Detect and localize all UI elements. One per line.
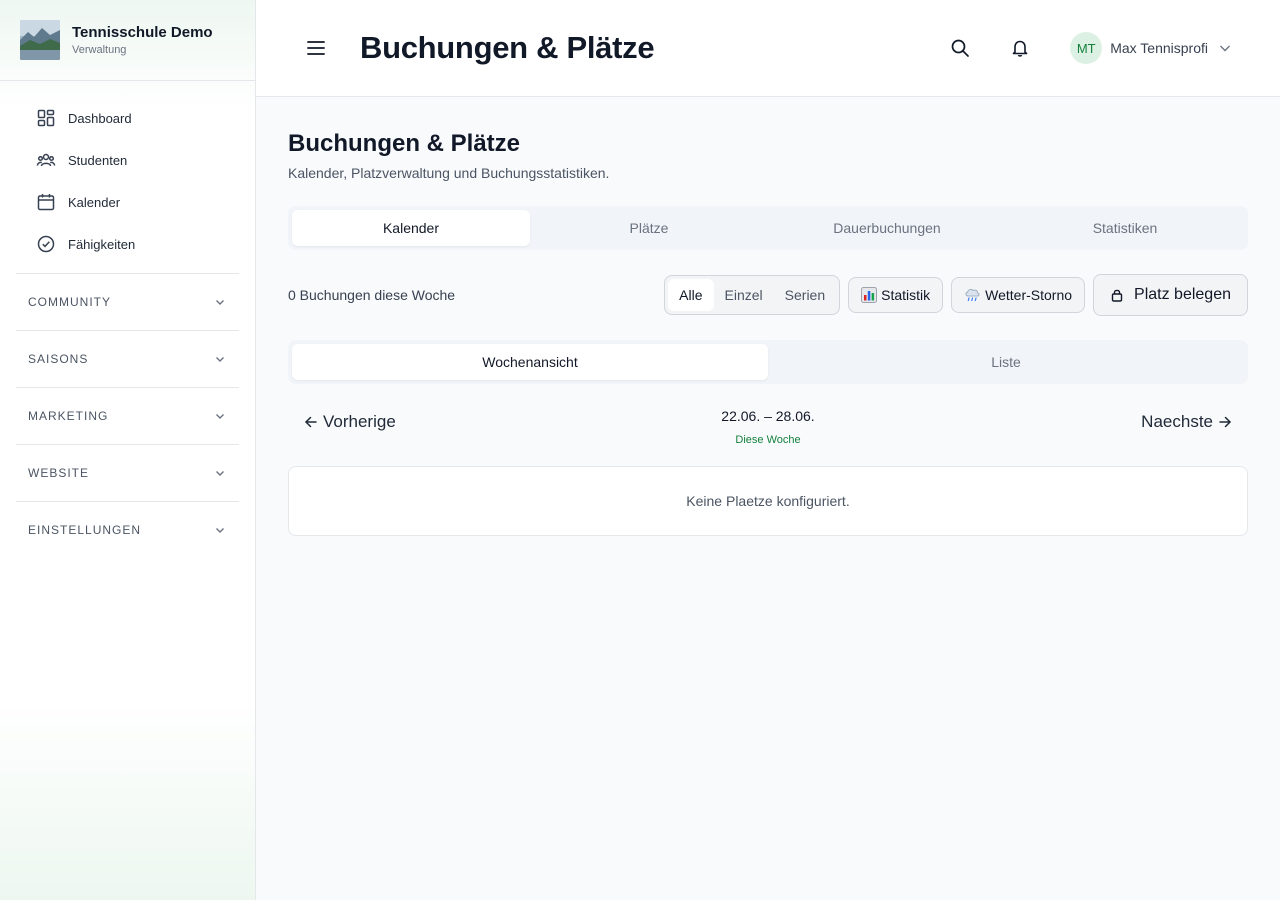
main-content: Buchungen & Plätze Kalender, Platzverwal… bbox=[288, 97, 1248, 536]
chevron-down-icon bbox=[1220, 45, 1230, 52]
sidebar: Tennisschule Demo Verwaltung Dashboard S… bbox=[0, 0, 256, 900]
current-week-label: Diese Woche bbox=[735, 434, 801, 446]
sidebar-section-einstellungen[interactable]: EINSTELLUNGEN bbox=[16, 501, 239, 558]
week-navigation: Vorherige 22.06. – 28.06. Diese Woche Na… bbox=[288, 400, 1248, 452]
tab-statistiken[interactable]: Statistiken bbox=[1006, 210, 1244, 246]
filter-alle[interactable]: Alle bbox=[668, 279, 714, 311]
platz-belegen-button[interactable]: Platz belegen bbox=[1093, 274, 1248, 316]
chevron-down-icon bbox=[216, 471, 224, 476]
sidebar-item-studenten[interactable]: Studenten bbox=[16, 139, 239, 181]
chevron-down-icon bbox=[216, 414, 224, 419]
filter-einzel[interactable]: Einzel bbox=[714, 279, 774, 311]
view-tabs: Wochenansicht Liste bbox=[288, 340, 1248, 384]
section-label: EINSTELLUNGEN bbox=[28, 523, 142, 537]
sidebar-section-website[interactable]: WEBSITE bbox=[16, 444, 239, 501]
tab-wochenansicht[interactable]: Wochenansicht bbox=[292, 344, 768, 380]
sidebar-item-dashboard[interactable]: Dashboard bbox=[16, 97, 239, 139]
tab-plaetze[interactable]: Plätze bbox=[530, 210, 768, 246]
empty-state: Keine Plaetze konfiguriert. bbox=[288, 466, 1248, 536]
search-button[interactable] bbox=[940, 28, 980, 68]
brand-subtitle: Verwaltung bbox=[72, 44, 127, 56]
booking-filter: Alle Einzel Serien bbox=[664, 275, 841, 315]
sidebar-section-saisons[interactable]: SAISONS bbox=[16, 330, 239, 387]
brand[interactable]: Tennisschule Demo Verwaltung bbox=[0, 0, 255, 81]
dashboard-icon bbox=[37, 109, 55, 127]
statistik-label: Statistik bbox=[881, 287, 931, 303]
lock-icon bbox=[1111, 289, 1123, 302]
header-actions: MT Max Tennisprofi bbox=[920, 0, 1232, 96]
sidebar-item-faehigkeiten[interactable]: Fähigkeiten bbox=[16, 223, 239, 265]
brand-name: Tennisschule Demo bbox=[72, 24, 213, 41]
chevron-down-icon bbox=[216, 528, 224, 533]
avatar: MT bbox=[1070, 32, 1103, 64]
filter-serien[interactable]: Serien bbox=[774, 279, 836, 311]
calendar-icon bbox=[37, 194, 55, 211]
week-range: 22.06. – 28.06. bbox=[721, 408, 815, 424]
next-week-label: Naechste bbox=[1141, 412, 1213, 431]
sidebar-item-label: Kalender bbox=[68, 194, 121, 210]
tab-liste[interactable]: Liste bbox=[768, 344, 1244, 380]
toolbar-actions: Alle Einzel Serien Statistik Wetter-Stor… bbox=[664, 274, 1248, 316]
statistik-button[interactable]: Statistik bbox=[848, 277, 944, 313]
platz-belegen-label: Platz belegen bbox=[1134, 286, 1231, 303]
top-header: Buchungen & Plätze MT Max Tennisprofi bbox=[256, 0, 1280, 97]
wetter-storno-button[interactable]: Wetter-Storno bbox=[951, 277, 1086, 313]
tab-dauerbuchungen[interactable]: Dauerbuchungen bbox=[768, 210, 1006, 246]
hamburger-menu-icon bbox=[307, 41, 325, 55]
menu-button[interactable] bbox=[304, 36, 328, 60]
section-label: SAISONS bbox=[28, 352, 89, 366]
tab-kalender[interactable]: Kalender bbox=[292, 210, 530, 246]
section-label: WEBSITE bbox=[28, 466, 90, 480]
sidebar-item-label: Fähigkeiten bbox=[68, 236, 136, 252]
section-label: MARKETING bbox=[28, 409, 109, 423]
sidebar-item-label: Dashboard bbox=[68, 110, 132, 126]
sidebar-section-community[interactable]: COMMUNITY bbox=[16, 273, 239, 330]
section-label: COMMUNITY bbox=[28, 295, 111, 309]
chevron-down-icon bbox=[216, 300, 224, 305]
notifications-button[interactable] bbox=[1000, 28, 1040, 68]
sidebar-section-marketing[interactable]: MARKETING bbox=[16, 387, 239, 444]
users-icon bbox=[36, 153, 56, 167]
search-icon bbox=[951, 39, 970, 57]
user-name: Max Tennisprofi bbox=[1110, 40, 1208, 56]
sidebar-item-kalender[interactable]: Kalender bbox=[16, 181, 239, 223]
rain-cloud-icon bbox=[964, 287, 981, 303]
sidebar-item-label: Studenten bbox=[68, 152, 128, 168]
bar-chart-icon bbox=[861, 287, 878, 303]
landscape-logo bbox=[20, 20, 60, 60]
user-menu[interactable]: MT Max Tennisprofi bbox=[1070, 32, 1232, 64]
booking-count: 0 Buchungen diese Woche bbox=[288, 287, 456, 303]
check-circle-icon bbox=[37, 235, 55, 253]
wetter-storno-label: Wetter-Storno bbox=[985, 287, 1073, 303]
chevron-down-icon bbox=[216, 357, 224, 362]
page-title: Buchungen & Plätze bbox=[288, 130, 521, 157]
booking-toolbar: 0 Buchungen diese Woche Alle Einzel Seri… bbox=[288, 274, 1248, 316]
main-tabs: Kalender Plätze Dauerbuchungen Statistik… bbox=[288, 206, 1248, 250]
sidebar-nav: Dashboard Studenten Kalender Fähigkeiten bbox=[0, 81, 255, 273]
bell-icon bbox=[1012, 40, 1028, 57]
page-subtitle: Kalender, Platzverwaltung und Buchungsst… bbox=[288, 165, 610, 181]
next-week-button[interactable]: Naechste bbox=[1141, 412, 1232, 432]
arrow-right-icon bbox=[1219, 416, 1231, 428]
header-title: Buchungen & Plätze bbox=[360, 30, 655, 65]
